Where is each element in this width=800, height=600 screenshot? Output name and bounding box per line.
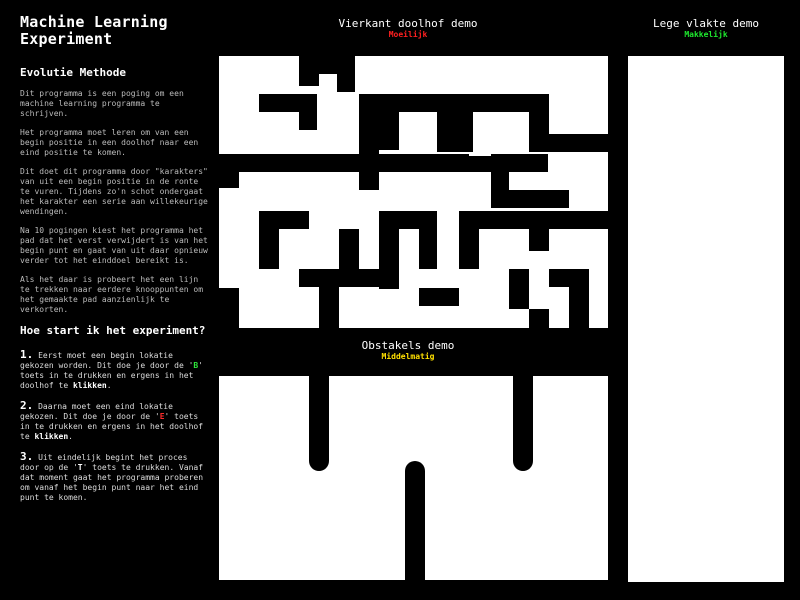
maze-wall — [399, 94, 549, 112]
sidebar: Machine Learning Experiment Evolutie Met… — [20, 14, 210, 513]
maze-wall — [399, 211, 421, 229]
maze-wall — [509, 269, 529, 309]
empty-plane-difficulty: Makkelijk — [684, 30, 728, 39]
click-hint: klikken — [72, 381, 107, 390]
square-maze-title: Vierkant doolhof demo — [338, 17, 478, 30]
maze-wall — [529, 211, 549, 251]
maze-wall — [359, 94, 379, 156]
maze-wall — [529, 112, 549, 152]
square-maze-panel[interactable] — [219, 56, 608, 328]
step-text: Eerst moet een begin lokatie gekozen wor… — [20, 351, 194, 370]
obstacles-title: Obstakels demo — [361, 339, 455, 352]
square-maze-label: Vierkant doolhof demo Moeilijk — [318, 17, 498, 40]
goal-paragraph: Het programma moet leren om van een begi… — [20, 128, 199, 157]
obstacles-label: Obstakels demo Middelmatig — [318, 339, 498, 362]
maze-wall — [459, 211, 479, 269]
maze-wall — [509, 190, 569, 208]
maze-wall — [419, 288, 459, 306]
step-2: 2. Daarna moet een eind lokatie gekozen.… — [20, 399, 210, 442]
maze-wall — [219, 288, 239, 328]
step-3: 3. Uit eindelijk begint het proces door … — [20, 450, 210, 503]
maze-wall — [491, 172, 509, 208]
maze-wall — [549, 269, 589, 287]
maze-wall — [359, 172, 379, 190]
maze-wall — [259, 229, 279, 269]
maze-wall — [337, 74, 355, 92]
maze-wall — [219, 172, 239, 188]
step-text: Daarna moet een eind lokatie gekozen. Di… — [20, 402, 173, 421]
start-heading: Hoe start ik het experiment? — [20, 324, 206, 337]
maze-wall — [259, 94, 299, 112]
maze-wall — [437, 112, 473, 152]
maze-wall — [549, 211, 608, 229]
step-text: . — [68, 432, 73, 441]
step-1: 1. Eerst moet een begin lokatie gekozen … — [20, 348, 210, 391]
maze-wall — [299, 269, 399, 287]
maze-wall — [299, 56, 319, 86]
page-title: Machine Learning Experiment — [20, 13, 168, 48]
square-maze-difficulty: Moeilijk — [388, 30, 428, 39]
method-heading: Evolutie Methode — [20, 66, 126, 79]
obstacles-panel[interactable] — [219, 366, 608, 591]
empty-plane-label: Lege vlakte demo Makkelijk — [628, 17, 784, 40]
maze-wall — [299, 94, 317, 130]
obstacle-pillar — [405, 461, 425, 591]
maze-wall — [491, 154, 548, 172]
maze-wall — [259, 211, 309, 229]
selection-paragraph: Na 10 pogingen kiest het programma het p… — [20, 226, 208, 265]
empty-plane-title: Lege vlakte demo — [653, 17, 759, 30]
intro-paragraph: Dit programma is een poging om een machi… — [20, 89, 184, 118]
maze-wall — [419, 211, 437, 269]
shortening-paragraph: Als het daar is probeert het een lijn te… — [20, 275, 204, 314]
obstacle-pillar — [309, 366, 329, 471]
method-paragraph: Dit doet dit programma door "karakters" … — [20, 167, 208, 216]
maze-wall — [379, 94, 399, 150]
maze-wall — [529, 309, 549, 328]
step-text: . — [106, 381, 112, 390]
step-number: 1. — [20, 348, 34, 361]
step-number: 2. — [20, 399, 34, 412]
obstacle-pillar — [513, 366, 533, 471]
maze-wall — [319, 287, 339, 328]
empty-plane-panel[interactable] — [628, 56, 784, 582]
maze-wall — [469, 156, 491, 172]
click-hint: klikken — [34, 432, 69, 441]
maze-wall — [479, 211, 529, 229]
obstacles-difficulty: Middelmatig — [381, 352, 435, 361]
maze-wall — [317, 56, 355, 74]
step-number: 3. — [20, 450, 34, 463]
maze-wall — [339, 229, 359, 269]
maze-wall — [569, 287, 589, 328]
maze-wall — [219, 154, 469, 172]
maze-wall — [549, 134, 608, 152]
